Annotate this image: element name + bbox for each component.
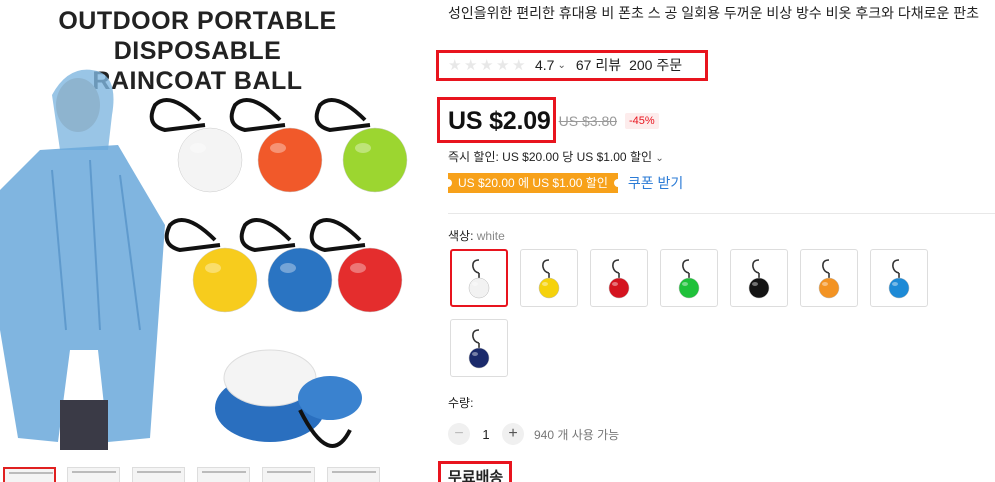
color-swatch-blue[interactable] (870, 249, 928, 307)
order-count: 200 주문 (629, 57, 683, 73)
keychain-ball-icon (678, 259, 700, 299)
color-swatch-navy[interactable] (450, 319, 508, 377)
product-details: 성인을위한 편리한 휴대용 비 폰초 스 공 일회용 두꺼운 비상 방수 비옷 … (436, 0, 995, 482)
keychain-ball-icon (748, 259, 770, 299)
raincoat-ball-4 (192, 247, 258, 313)
thumbnail-4[interactable] (197, 467, 250, 482)
quantity-stepper: − 1 + 940 개 사용 가능 (448, 423, 619, 445)
rating-value[interactable]: 4.7 (535, 57, 554, 73)
free-shipping-label: 무료배송 (448, 469, 504, 482)
keychain-ball-icon (608, 259, 630, 299)
star-rating: ★ ★ ★ ★ ★ (448, 58, 527, 73)
thumbnail-6[interactable] (327, 467, 380, 482)
instant-discount[interactable]: 즉시 할인: US $20.00 당 US $1.00 할인 ⌄ (448, 148, 664, 165)
original-price: US $3.80 (558, 113, 618, 129)
keychain-ball-icon (468, 259, 490, 299)
keychain-ball-icon (538, 259, 560, 299)
current-price: US $2.09 (448, 106, 551, 135)
raincoat-ball-3 (342, 127, 408, 193)
chevron-down-icon[interactable]: ⌄ (557, 60, 565, 71)
raincoat-ball-2 (257, 127, 323, 193)
get-coupon-link[interactable]: 쿠폰 받기 (628, 173, 683, 193)
thumbnail-5[interactable] (262, 467, 315, 482)
product-title: 성인을위한 편리한 휴대용 비 폰초 스 공 일회용 두꺼운 비상 방수 비옷 … (448, 5, 980, 21)
color-label: 색상: white (448, 227, 505, 244)
keychain-ball-icon (818, 259, 840, 299)
chevron-down-icon: ⌄ (655, 153, 664, 164)
rating-row: ★ ★ ★ ★ ★ 4.7 ⌄ 67 리뷰 200 주문 (448, 54, 682, 76)
keychain-ball-icon (468, 329, 490, 369)
decrease-quantity-button[interactable]: − (448, 423, 470, 445)
raincoat-ball-1 (177, 127, 243, 193)
color-swatch-white[interactable] (450, 249, 508, 307)
thumbnail-strip (0, 467, 425, 482)
color-swatch-red[interactable] (590, 249, 648, 307)
quantity-value[interactable]: 1 (470, 427, 502, 442)
thumbnail-1[interactable] (3, 467, 56, 482)
color-label-text: 색상: (448, 229, 474, 243)
coupon-row: US $20.00 에 US $1.00 할인 쿠폰 받기 (444, 173, 683, 193)
price-row: US $2.09 US $3.80 -45% (448, 103, 659, 139)
raincoat-illustration (0, 69, 408, 450)
product-gallery: OUTDOOR PORTABLE DISPOSABLE RAINCOAT BAL… (0, 0, 425, 482)
raincoat-ball-6 (337, 247, 403, 313)
selected-color-value: white (476, 229, 505, 243)
color-swatch-black[interactable] (730, 249, 788, 307)
thumbnail-3[interactable] (132, 467, 185, 482)
star-icon: ★ (512, 56, 526, 74)
quantity-label: 수량: (448, 396, 474, 410)
divider (448, 213, 995, 214)
star-icon: ★ (480, 56, 494, 74)
thumbnail-2[interactable] (67, 467, 120, 482)
quantity-available: 940 개 사용 가능 (534, 427, 620, 442)
main-product-image[interactable]: OUTDOOR PORTABLE DISPOSABLE RAINCOAT BAL… (0, 0, 425, 462)
star-icon: ★ (448, 56, 462, 74)
color-swatch-yellow[interactable] (520, 249, 578, 307)
color-swatch-orange[interactable] (800, 249, 858, 307)
color-swatch-green[interactable] (660, 249, 718, 307)
raincoat-ball-5 (267, 247, 333, 313)
star-icon: ★ (464, 56, 478, 74)
instant-discount-text: 즉시 할인: US $20.00 당 US $1.00 할인 (448, 150, 653, 164)
discount-badge: -45% (625, 113, 659, 129)
star-icon: ★ (496, 56, 510, 74)
increase-quantity-button[interactable]: + (502, 423, 524, 445)
keychain-ball-icon (888, 259, 910, 299)
coupon-tag: US $20.00 에 US $1.00 할인 (444, 173, 622, 193)
review-count[interactable]: 67 리뷰 (576, 55, 621, 75)
